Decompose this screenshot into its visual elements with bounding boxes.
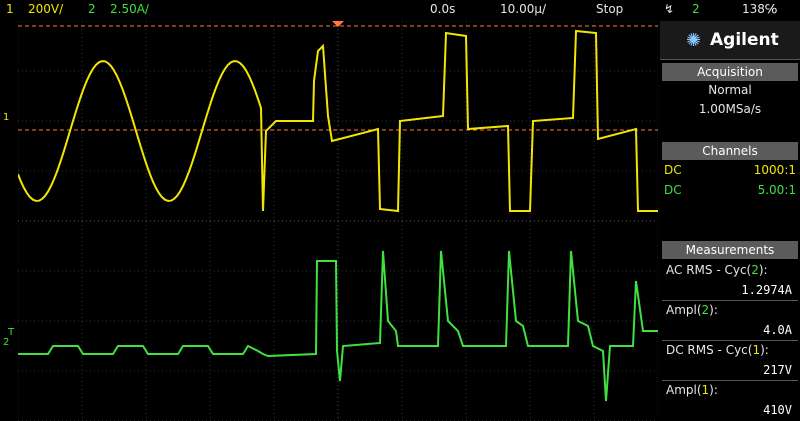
ch2-coupling: DC — [664, 183, 682, 197]
measurement-1-channel: 2 — [751, 263, 759, 277]
trigger-icon: ↯ — [664, 2, 675, 16]
channel-row-2[interactable]: DC 5.00:1 — [664, 183, 796, 197]
divider — [662, 300, 798, 301]
ch1-probe: 1000:1 — [753, 163, 796, 177]
measurement-4-value: 410V — [763, 403, 792, 417]
measurement-1-label: AC RMS - Cyc( — [666, 263, 752, 277]
measurement-1-label-end: ): — [758, 263, 768, 277]
ch2-ground-marker[interactable]: 2 — [3, 337, 9, 348]
channel-row-1[interactable]: DC 1000:1 — [664, 163, 796, 177]
time-offset[interactable]: 0.0s — [430, 2, 455, 16]
measurement-2-label: Ampl( — [666, 303, 702, 317]
agilent-spark-icon: ✺ — [686, 30, 702, 51]
acquisition-mode: Normal — [708, 83, 752, 97]
ch2-scale[interactable]: 2.50A/ — [110, 2, 149, 16]
time-scale[interactable]: 10.00µ/ — [500, 2, 546, 16]
ch1-scale[interactable]: 200V/ — [28, 2, 63, 16]
measurement-4-label-end: ): — [709, 383, 718, 397]
trigger-marker: T — [8, 327, 15, 338]
trigger-level[interactable]: 138℅ — [742, 2, 777, 16]
divider — [662, 380, 798, 381]
measurement-3-channel: 1 — [752, 343, 761, 357]
measurement-2-value: 4.0A — [763, 323, 792, 337]
measurements-header[interactable]: Measurements — [662, 241, 798, 259]
waveform-svg — [18, 21, 658, 421]
measurement-3-label: DC RMS - Cyc( — [666, 343, 753, 357]
ch1-number[interactable]: 1 — [6, 2, 14, 16]
measurement-3-label-end: ): — [760, 343, 769, 357]
ch1-coupling: DC — [664, 163, 682, 177]
channels-header[interactable]: Channels — [662, 142, 798, 160]
ch2-probe: 5.00:1 — [757, 183, 796, 197]
side-panel: ✺ Agilent Acquisition Normal 1.00MSa/s C… — [660, 21, 800, 421]
measurement-1-value: 1.2974A — [741, 283, 792, 297]
waveform-display[interactable] — [18, 21, 658, 421]
measurement-2-label-end: ): — [709, 303, 718, 317]
acquisition-header[interactable]: Acquisition — [662, 63, 798, 81]
brand-name: Agilent — [710, 30, 779, 50]
measurement-4-label: Ampl( — [666, 383, 702, 397]
brand-logo: ✺ Agilent — [660, 21, 800, 60]
ch2-number[interactable]: 2 — [88, 2, 96, 16]
acquisition-rate: 1.00MSa/s — [698, 102, 762, 116]
trigger-source[interactable]: 2 — [692, 2, 700, 16]
run-state[interactable]: Stop — [596, 2, 623, 16]
measurement-3-value: 217V — [763, 363, 792, 377]
divider — [662, 340, 798, 341]
ch1-ground-marker[interactable]: 1 — [3, 112, 9, 123]
status-bar: 1 200V/ 2 2.50A/ 0.0s 10.00µ/ Stop ↯ 2 1… — [0, 0, 800, 19]
